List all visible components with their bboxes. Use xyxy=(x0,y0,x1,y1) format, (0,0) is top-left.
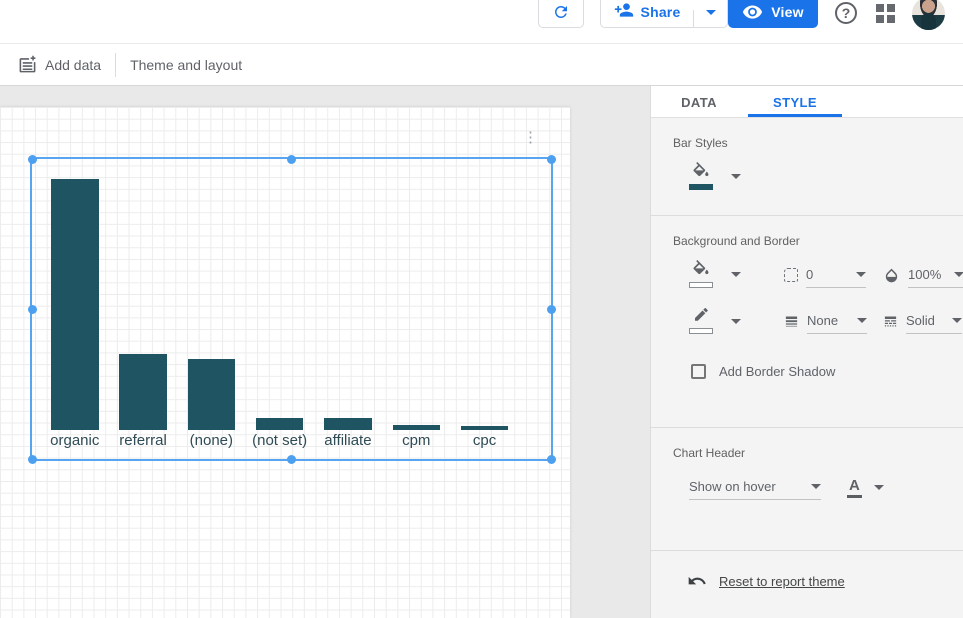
bar-referral xyxy=(119,354,167,430)
apps-grid-icon xyxy=(876,4,884,12)
bar-label: cpc xyxy=(473,432,496,449)
line-style-icon xyxy=(883,314,898,329)
bar-(not set) xyxy=(256,418,304,430)
section-background-border: Background and Border 0 xyxy=(651,216,963,428)
chevron-down-icon xyxy=(954,272,963,277)
corner-radius-select[interactable]: 0 xyxy=(806,262,866,288)
selection-handle[interactable] xyxy=(287,155,296,164)
selection-handle[interactable] xyxy=(547,155,556,164)
border-style-select[interactable]: Solid xyxy=(906,308,962,334)
share-dropdown-button[interactable] xyxy=(693,10,727,27)
refresh-icon xyxy=(552,3,570,21)
report-canvas[interactable]: ⋮ organic referral (none) (not set) affiliat… xyxy=(0,107,570,618)
bar-cpc xyxy=(461,426,509,430)
border-color-swatch xyxy=(689,328,713,334)
bar-chart: organic referral (none) (not set) affiliate c… xyxy=(30,157,553,461)
add-data-button[interactable]: Add data xyxy=(18,55,101,74)
section-bar-styles: Bar Styles xyxy=(651,118,963,216)
share-button-label: Share xyxy=(641,4,681,20)
selection-handle[interactable] xyxy=(28,455,37,464)
selection-handle[interactable] xyxy=(28,155,37,164)
person-add-icon xyxy=(614,0,634,20)
chevron-down-icon xyxy=(706,10,716,15)
help-button[interactable]: ? xyxy=(835,2,857,24)
selected-bar-chart[interactable]: organic referral (none) (not set) affiliate c… xyxy=(30,157,553,461)
chevron-down-icon xyxy=(952,318,962,323)
bar-cpm xyxy=(393,425,441,430)
bar-label: (not set) xyxy=(252,432,307,449)
text-color-button[interactable]: A xyxy=(847,477,862,498)
background-color-dropdown-icon[interactable] xyxy=(731,272,741,277)
refresh-button[interactable] xyxy=(538,0,584,28)
border-weight-value: None xyxy=(807,313,838,328)
editor-main: ⋮ organic referral (none) (not set) affiliat… xyxy=(0,86,963,618)
paint-bucket-icon xyxy=(691,260,711,280)
bar-organic xyxy=(51,179,99,430)
chart-options-kebab-icon[interactable]: ⋮ xyxy=(523,135,535,141)
theme-layout-label: Theme and layout xyxy=(130,57,242,73)
properties-panel: DATA STYLE Bar Styles Background and Bor… xyxy=(650,86,963,618)
apps-grid-button[interactable] xyxy=(876,4,895,23)
selection-handle[interactable] xyxy=(287,455,296,464)
border-pen-icon xyxy=(692,308,710,326)
border-shadow-label: Add Border Shadow xyxy=(719,364,835,379)
bar-label: (none) xyxy=(190,432,233,449)
background-color-picker[interactable] xyxy=(689,260,713,288)
corner-radius-icon xyxy=(784,268,798,282)
bar-label: organic xyxy=(50,432,99,449)
chevron-down-icon xyxy=(811,484,821,489)
section-chart-header: Chart Header Show on hover A xyxy=(651,428,963,551)
bar-label: affiliate xyxy=(324,432,371,449)
chevron-down-icon xyxy=(856,272,866,277)
question-mark-icon: ? xyxy=(842,5,851,21)
bar-label: cpm xyxy=(402,432,430,449)
tab-style[interactable]: STYLE xyxy=(747,86,843,117)
bar-color-picker[interactable] xyxy=(689,162,713,190)
undo-icon xyxy=(687,571,707,591)
bar-color-dropdown-icon[interactable] xyxy=(731,174,741,179)
edit-toolbar: Add data Theme and layout xyxy=(0,43,963,86)
selection-handle[interactable] xyxy=(28,305,37,314)
chart-header-visibility-select[interactable]: Show on hover xyxy=(689,474,821,500)
opacity-value: 100% xyxy=(908,267,941,282)
border-shadow-checkbox[interactable] xyxy=(691,364,706,379)
user-avatar[interactable] xyxy=(912,0,945,30)
background-border-title: Background and Border xyxy=(673,234,800,248)
chart-header-visibility-value: Show on hover xyxy=(689,479,776,494)
bar-affiliate xyxy=(324,418,372,430)
selection-handle[interactable] xyxy=(547,305,556,314)
app-header: Share View ? xyxy=(0,0,963,43)
background-color-swatch xyxy=(689,282,713,288)
add-data-label: Add data xyxy=(45,57,101,73)
panel-tabbar: DATA STYLE xyxy=(651,86,963,118)
paint-bucket-icon xyxy=(691,162,711,182)
border-color-picker[interactable] xyxy=(689,308,713,334)
reset-theme-link[interactable]: Reset to report theme xyxy=(719,574,845,589)
theme-layout-button[interactable]: Theme and layout xyxy=(130,57,242,73)
add-data-icon xyxy=(18,55,37,74)
corner-radius-value: 0 xyxy=(806,267,813,282)
text-color-dropdown-icon[interactable] xyxy=(874,485,884,490)
line-weight-icon xyxy=(784,314,799,329)
share-button[interactable]: Share xyxy=(600,0,728,28)
view-button[interactable]: View xyxy=(728,0,818,28)
chart-header-title: Chart Header xyxy=(673,446,745,460)
border-color-dropdown-icon[interactable] xyxy=(731,319,741,324)
selection-handle[interactable] xyxy=(547,455,556,464)
share-button-main[interactable]: Share xyxy=(601,0,693,27)
view-button-label: View xyxy=(771,4,803,20)
bar-styles-title: Bar Styles xyxy=(673,136,728,150)
opacity-select[interactable]: 100% xyxy=(908,262,963,288)
bar-(none) xyxy=(188,359,236,430)
bar-label: referral xyxy=(119,432,167,449)
bar-color-swatch xyxy=(689,184,713,190)
tab-data[interactable]: DATA xyxy=(651,86,747,117)
border-weight-select[interactable]: None xyxy=(807,308,867,334)
panel-footer: Reset to report theme xyxy=(651,551,963,618)
toolbar-divider xyxy=(115,53,116,77)
chevron-down-icon xyxy=(857,318,867,323)
border-style-value: Solid xyxy=(906,313,935,328)
opacity-icon xyxy=(883,267,900,284)
eye-icon xyxy=(742,4,763,20)
